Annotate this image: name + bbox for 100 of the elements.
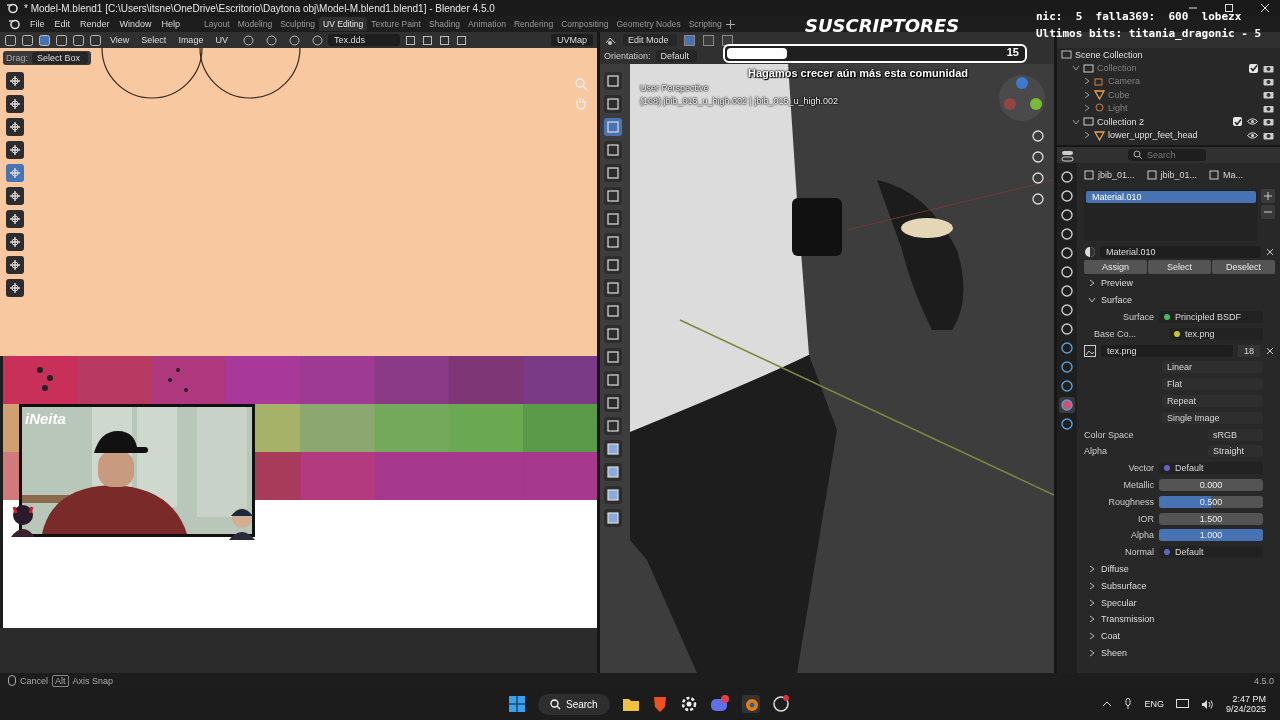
header-menu[interactable]: View (110, 35, 130, 45)
menu-item[interactable]: File (30, 19, 45, 29)
tool-icon[interactable] (604, 233, 622, 251)
select-mode-icon[interactable] (720, 33, 734, 47)
properties-tab-icon[interactable] (1059, 188, 1075, 204)
properties-tab-icon[interactable] (1059, 226, 1075, 242)
header-menu[interactable]: Image (178, 35, 204, 45)
socket-field[interactable]: Default (1159, 546, 1263, 559)
tool-icon[interactable] (604, 95, 622, 113)
monitor-icon[interactable] (1175, 698, 1189, 710)
material-slot[interactable]: Material.010 (1086, 191, 1256, 203)
tool-icon[interactable] (604, 371, 622, 389)
material-action-button[interactable]: Select (1148, 260, 1211, 274)
app-icon[interactable] (741, 695, 760, 713)
outliner-item[interactable]: Camera (1108, 76, 1140, 87)
axis-gizmo[interactable] (998, 74, 1046, 122)
workspace-tab[interactable]: UV Editing (319, 17, 368, 31)
close-icon[interactable] (1265, 247, 1275, 257)
gear-icon[interactable] (679, 695, 698, 713)
search-field[interactable]: Search (1128, 149, 1206, 161)
toolbar-icon[interactable] (287, 33, 301, 47)
value-slider[interactable]: 1.000 (1159, 529, 1263, 542)
header-menu[interactable]: Select (141, 35, 167, 45)
tool-icon[interactable] (6, 141, 24, 159)
close-icon[interactable] (1265, 345, 1275, 356)
workspace-tab[interactable]: Compositing (557, 17, 613, 31)
material-icon[interactable] (1084, 246, 1096, 258)
toolbar-icon[interactable] (264, 33, 278, 47)
number-field[interactable]: 1.500 (1159, 512, 1263, 525)
tool-icon[interactable] (604, 256, 622, 274)
breadcrumb-item[interactable]: Ma... (1223, 170, 1244, 180)
workspace-tab[interactable]: Scripting (684, 17, 726, 31)
tool-icon[interactable] (604, 509, 622, 527)
camera-icon[interactable] (1263, 117, 1274, 127)
navigation-icon[interactable] (1030, 128, 1046, 144)
workspace-tab[interactable]: Modeling (233, 17, 277, 31)
tool-icon[interactable] (604, 164, 622, 182)
eye-icon[interactable] (1247, 117, 1258, 127)
property-dropdown[interactable]: Straight (1208, 445, 1263, 458)
panel-header[interactable]: Subsurface (1084, 578, 1275, 594)
workspace-tab[interactable]: Shading (424, 17, 465, 31)
panel-header[interactable]: Sheen (1084, 645, 1275, 661)
tool-icon[interactable] (6, 279, 24, 297)
panel-header[interactable]: Transmission (1084, 611, 1275, 627)
eye-icon[interactable] (1247, 130, 1258, 140)
maximize-icon[interactable] (1224, 3, 1234, 13)
workspace-tab[interactable]: Sculpting (276, 17, 320, 31)
workspace-tab[interactable]: Geometry Nodes (612, 17, 685, 31)
material-name-field[interactable]: Material.010 (1100, 246, 1261, 258)
properties-tab-icon[interactable] (1059, 264, 1075, 280)
socket-field[interactable]: tex.png (1169, 327, 1263, 340)
tool-icon[interactable] (6, 233, 24, 251)
tool-icon[interactable] (604, 440, 622, 458)
expand-caret-icon[interactable] (1083, 104, 1091, 113)
properties-tab-icon[interactable] (1059, 416, 1075, 432)
toolbar-icon[interactable] (21, 33, 34, 47)
editor-type-icon[interactable] (1061, 148, 1074, 162)
toolbar-icon[interactable] (241, 33, 255, 47)
clock-time[interactable]: 2:47 PM (1232, 694, 1266, 704)
outliner-item[interactable]: Cube (1108, 89, 1130, 100)
properties-tab-icon[interactable] (1059, 283, 1075, 299)
toolbar-icon[interactable] (4, 33, 17, 47)
toolbar-icon[interactable] (55, 33, 68, 47)
property-dropdown[interactable]: Flat (1162, 378, 1263, 391)
socket-field[interactable]: Default (1159, 462, 1263, 475)
workspace-tab[interactable]: Rendering (509, 17, 558, 31)
tool-icon[interactable] (604, 141, 622, 159)
property-dropdown[interactable]: Repeat (1162, 394, 1263, 407)
toolbar-icon[interactable] (420, 33, 434, 47)
navigation-icon[interactable] (1030, 149, 1046, 165)
checkbox[interactable] (1249, 63, 1258, 73)
toolbar-icon[interactable] (403, 33, 417, 47)
windows-icon[interactable] (508, 695, 526, 713)
outliner-item[interactable]: Scene Collection (1075, 49, 1143, 60)
tool-icon[interactable] (604, 463, 622, 481)
properties-tab-icon[interactable] (1059, 397, 1075, 413)
menu-item[interactable]: Window (119, 19, 152, 29)
add-icon[interactable] (1261, 189, 1275, 203)
app-icon[interactable] (771, 695, 790, 713)
properties-tab-icon[interactable] (1059, 321, 1075, 337)
checkbox[interactable] (1233, 117, 1242, 127)
tool-icon[interactable] (6, 256, 24, 274)
outliner-item[interactable]: Collection (1097, 63, 1137, 74)
microphone-icon[interactable] (1124, 698, 1133, 710)
camera-icon[interactable] (1263, 103, 1274, 113)
property-dropdown[interactable]: Single Image (1162, 411, 1263, 424)
image-icon[interactable] (1084, 344, 1096, 357)
workspace-tab[interactable]: Animation (464, 17, 510, 31)
tool-icon[interactable] (604, 394, 622, 412)
toolbar-icon[interactable] (38, 33, 51, 47)
outliner-item[interactable]: Light (1108, 103, 1128, 114)
toolbar-icon[interactable] (310, 33, 324, 47)
tool-icon[interactable] (604, 417, 622, 435)
tool-icon[interactable] (604, 302, 622, 320)
property-dropdown[interactable]: sRGB (1208, 428, 1263, 441)
camera-icon[interactable] (1263, 63, 1274, 73)
menu-item[interactable]: Render (80, 19, 110, 29)
tool-icon[interactable] (604, 486, 622, 504)
toolbar-icon[interactable] (437, 33, 451, 47)
tool-icon[interactable] (604, 210, 622, 228)
